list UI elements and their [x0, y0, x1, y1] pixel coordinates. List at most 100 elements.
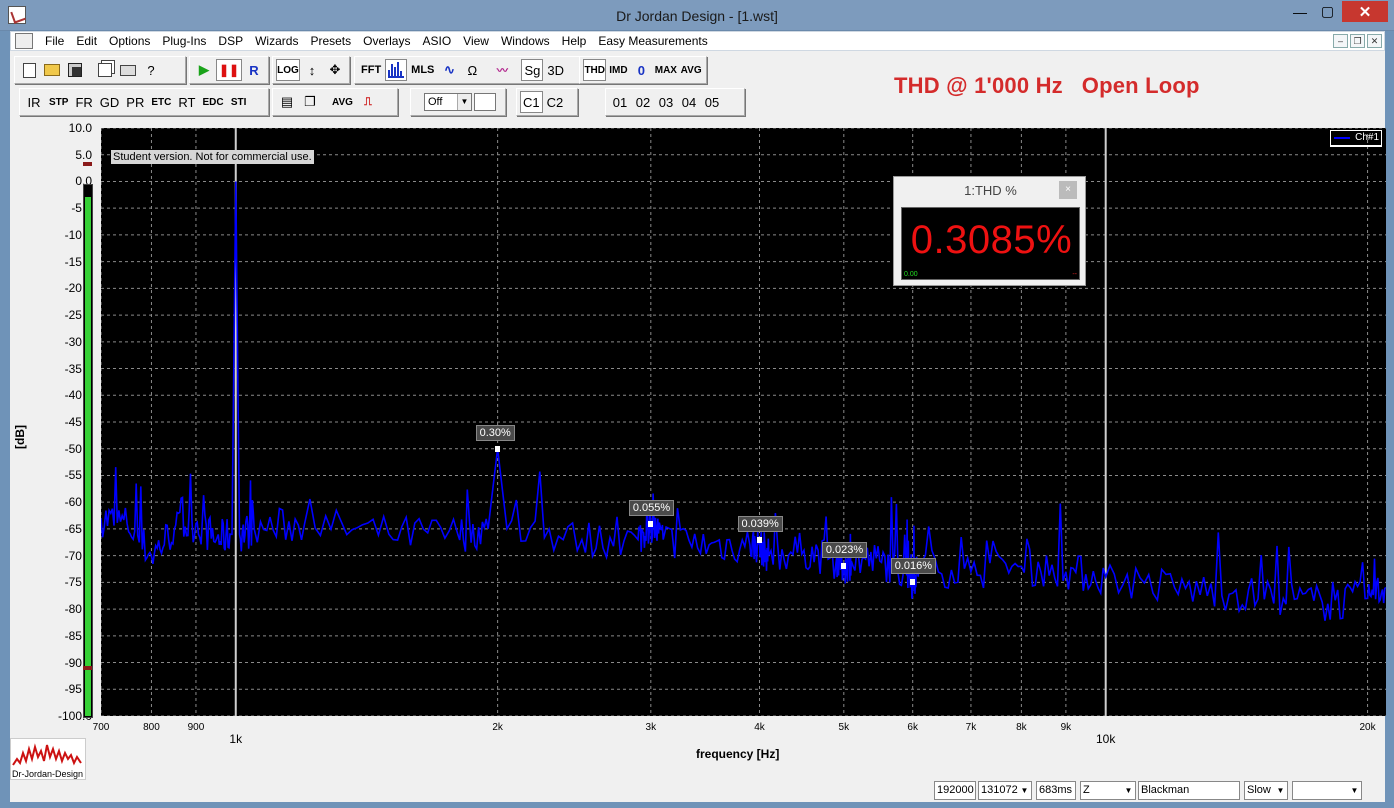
- harmonic-marker[interactable]: [840, 563, 846, 570]
- waterfall-button[interactable]: 〰: [491, 59, 513, 81]
- harmonic-marker[interactable]: [756, 536, 762, 543]
- thd-readout-panel[interactable]: 1:THD % × 0.3085% 0.00 --: [893, 176, 1086, 286]
- print-button[interactable]: [117, 59, 139, 81]
- average-button[interactable]: AVG: [329, 91, 356, 113]
- record-icon: R: [249, 62, 259, 78]
- menu-options[interactable]: Options: [103, 32, 156, 50]
- 3d-button[interactable]: 3D: [544, 59, 567, 81]
- open-button[interactable]: [41, 59, 63, 81]
- pr-button[interactable]: PR: [123, 91, 147, 113]
- smoothing-select[interactable]: Off ▼: [424, 93, 472, 111]
- menu-edit[interactable]: Edit: [70, 32, 103, 50]
- sweep-button[interactable]: ∿: [438, 59, 460, 81]
- record-button[interactable]: R: [243, 59, 265, 81]
- preset-01-button[interactable]: 01: [609, 91, 631, 113]
- menu-presets[interactable]: Presets: [304, 32, 357, 50]
- pan-button[interactable]: ✥: [324, 59, 346, 81]
- max-button[interactable]: MAX: [653, 59, 678, 81]
- spectrum-button[interactable]: [385, 59, 408, 81]
- menu-view[interactable]: View: [457, 32, 495, 50]
- etc-button[interactable]: ETC: [148, 91, 174, 113]
- preset-03-button[interactable]: 03: [655, 91, 677, 113]
- watermark: Student version. Not for commercial use.: [111, 150, 314, 164]
- tools-toolbar: ▤ ❐ AVG ⎍: [272, 88, 398, 116]
- speed-select[interactable]: Slow ▼: [1244, 781, 1288, 800]
- ir-button[interactable]: IR: [23, 91, 45, 113]
- signal-generator-button[interactable]: Sg: [521, 59, 544, 81]
- gate-button[interactable]: ⎍: [357, 91, 379, 113]
- x-tick-label: 20k: [1359, 722, 1376, 733]
- maximize-button[interactable]: ▢: [1314, 1, 1341, 22]
- preset-02-button[interactable]: 02: [632, 91, 654, 113]
- sti-button[interactable]: STI: [228, 91, 250, 113]
- preset-05-button[interactable]: 05: [701, 91, 723, 113]
- menu-easy-measurements[interactable]: Easy Measurements: [592, 32, 713, 50]
- harmonic-marker[interactable]: [909, 579, 915, 586]
- play-button[interactable]: ▶: [193, 59, 215, 81]
- minimize-button[interactable]: —: [1285, 1, 1315, 22]
- save-button[interactable]: [64, 59, 86, 81]
- rt-button[interactable]: RT: [175, 91, 198, 113]
- wave-icon: ∿: [443, 62, 455, 77]
- avg-hold-button[interactable]: AVG: [679, 59, 703, 81]
- x-tick-label: 3k: [645, 722, 657, 733]
- channel-2-button[interactable]: C2: [544, 91, 567, 113]
- help-button[interactable]: ?: [140, 59, 162, 81]
- duration-field: 683ms: [1036, 781, 1076, 800]
- menu-help[interactable]: Help: [556, 32, 593, 50]
- separator: [87, 59, 93, 81]
- menu-asio[interactable]: ASIO: [416, 32, 457, 50]
- fft-button[interactable]: FFT: [358, 59, 384, 81]
- harmonic-marker[interactable]: [494, 445, 500, 452]
- fr-button[interactable]: FR: [72, 91, 95, 113]
- pause-button[interactable]: ❚❚: [216, 59, 242, 81]
- chevron-down-icon: ▼: [457, 94, 471, 110]
- sample-rate-field[interactable]: 192000: [934, 781, 976, 800]
- legend-ch1[interactable]: Ch#1: [1330, 130, 1382, 147]
- menu-windows[interactable]: Windows: [495, 32, 556, 50]
- zero-button[interactable]: 0: [630, 59, 652, 81]
- vertical-arrows-icon: ↕: [308, 62, 316, 78]
- overlay-button[interactable]: ❐: [299, 91, 321, 113]
- notes-button[interactable]: ▤: [276, 91, 298, 113]
- document-icon[interactable]: [15, 33, 33, 49]
- save-icon: [68, 63, 82, 77]
- zoom-select[interactable]: Z ▼: [1080, 781, 1136, 800]
- fft-size-select[interactable]: 131072 ▼: [978, 781, 1032, 800]
- distortion-toolbar: THD IMD 0 MAX AVG: [579, 56, 707, 84]
- harmonic-marker[interactable]: [647, 520, 653, 527]
- log-scale-button[interactable]: LOG: [276, 59, 300, 81]
- smoothing-value: Off: [428, 96, 443, 108]
- analysis-toolbar: FFT MLS ∿ Ω 〰 Sg 3D: [354, 56, 584, 84]
- chevron-down-icon: ▼: [1020, 786, 1029, 795]
- copy-button[interactable]: [94, 59, 116, 81]
- menu-plug-ins[interactable]: Plug-Ins: [156, 32, 212, 50]
- mls-button[interactable]: MLS: [408, 59, 437, 81]
- new-button[interactable]: [18, 59, 40, 81]
- mdi-close-button[interactable]: ✕: [1367, 34, 1382, 48]
- thd-button[interactable]: THD: [583, 59, 607, 81]
- smoothing-color-box[interactable]: [474, 93, 496, 111]
- menu-file[interactable]: File: [39, 32, 70, 50]
- edc-button[interactable]: EDC: [199, 91, 226, 113]
- mdi-minimize-button[interactable]: –: [1333, 34, 1348, 48]
- preset-04-button[interactable]: 04: [678, 91, 700, 113]
- new-document-icon: [22, 62, 36, 78]
- stp-button[interactable]: STP: [46, 91, 71, 113]
- vertical-zoom-button[interactable]: ↕: [301, 59, 323, 81]
- spectrum-plot[interactable]: Student version. Not for commercial use.…: [101, 128, 1386, 716]
- menu-overlays[interactable]: Overlays: [357, 32, 416, 50]
- close-button[interactable]: ✕: [1342, 1, 1388, 22]
- gd-button[interactable]: GD: [97, 91, 123, 113]
- toolbar-area: ? ▶ ❚❚ R LOG ↕ ✥ FFT MLS ∿ Ω 〰 Sg 3D THD…: [10, 51, 1385, 118]
- menu-wizards[interactable]: Wizards: [249, 32, 304, 50]
- menu-dsp[interactable]: DSP: [212, 32, 249, 50]
- peak-marker-bottom: [83, 666, 92, 670]
- thd-panel-close-button[interactable]: ×: [1059, 181, 1077, 199]
- imd-button[interactable]: IMD: [607, 59, 629, 81]
- window-function-field[interactable]: Blackman: [1138, 781, 1240, 800]
- impedance-button[interactable]: Ω: [461, 59, 483, 81]
- channel-1-button[interactable]: C1: [520, 91, 543, 113]
- extra-select[interactable]: ▼: [1292, 781, 1362, 800]
- mdi-restore-button[interactable]: ❐: [1350, 34, 1365, 48]
